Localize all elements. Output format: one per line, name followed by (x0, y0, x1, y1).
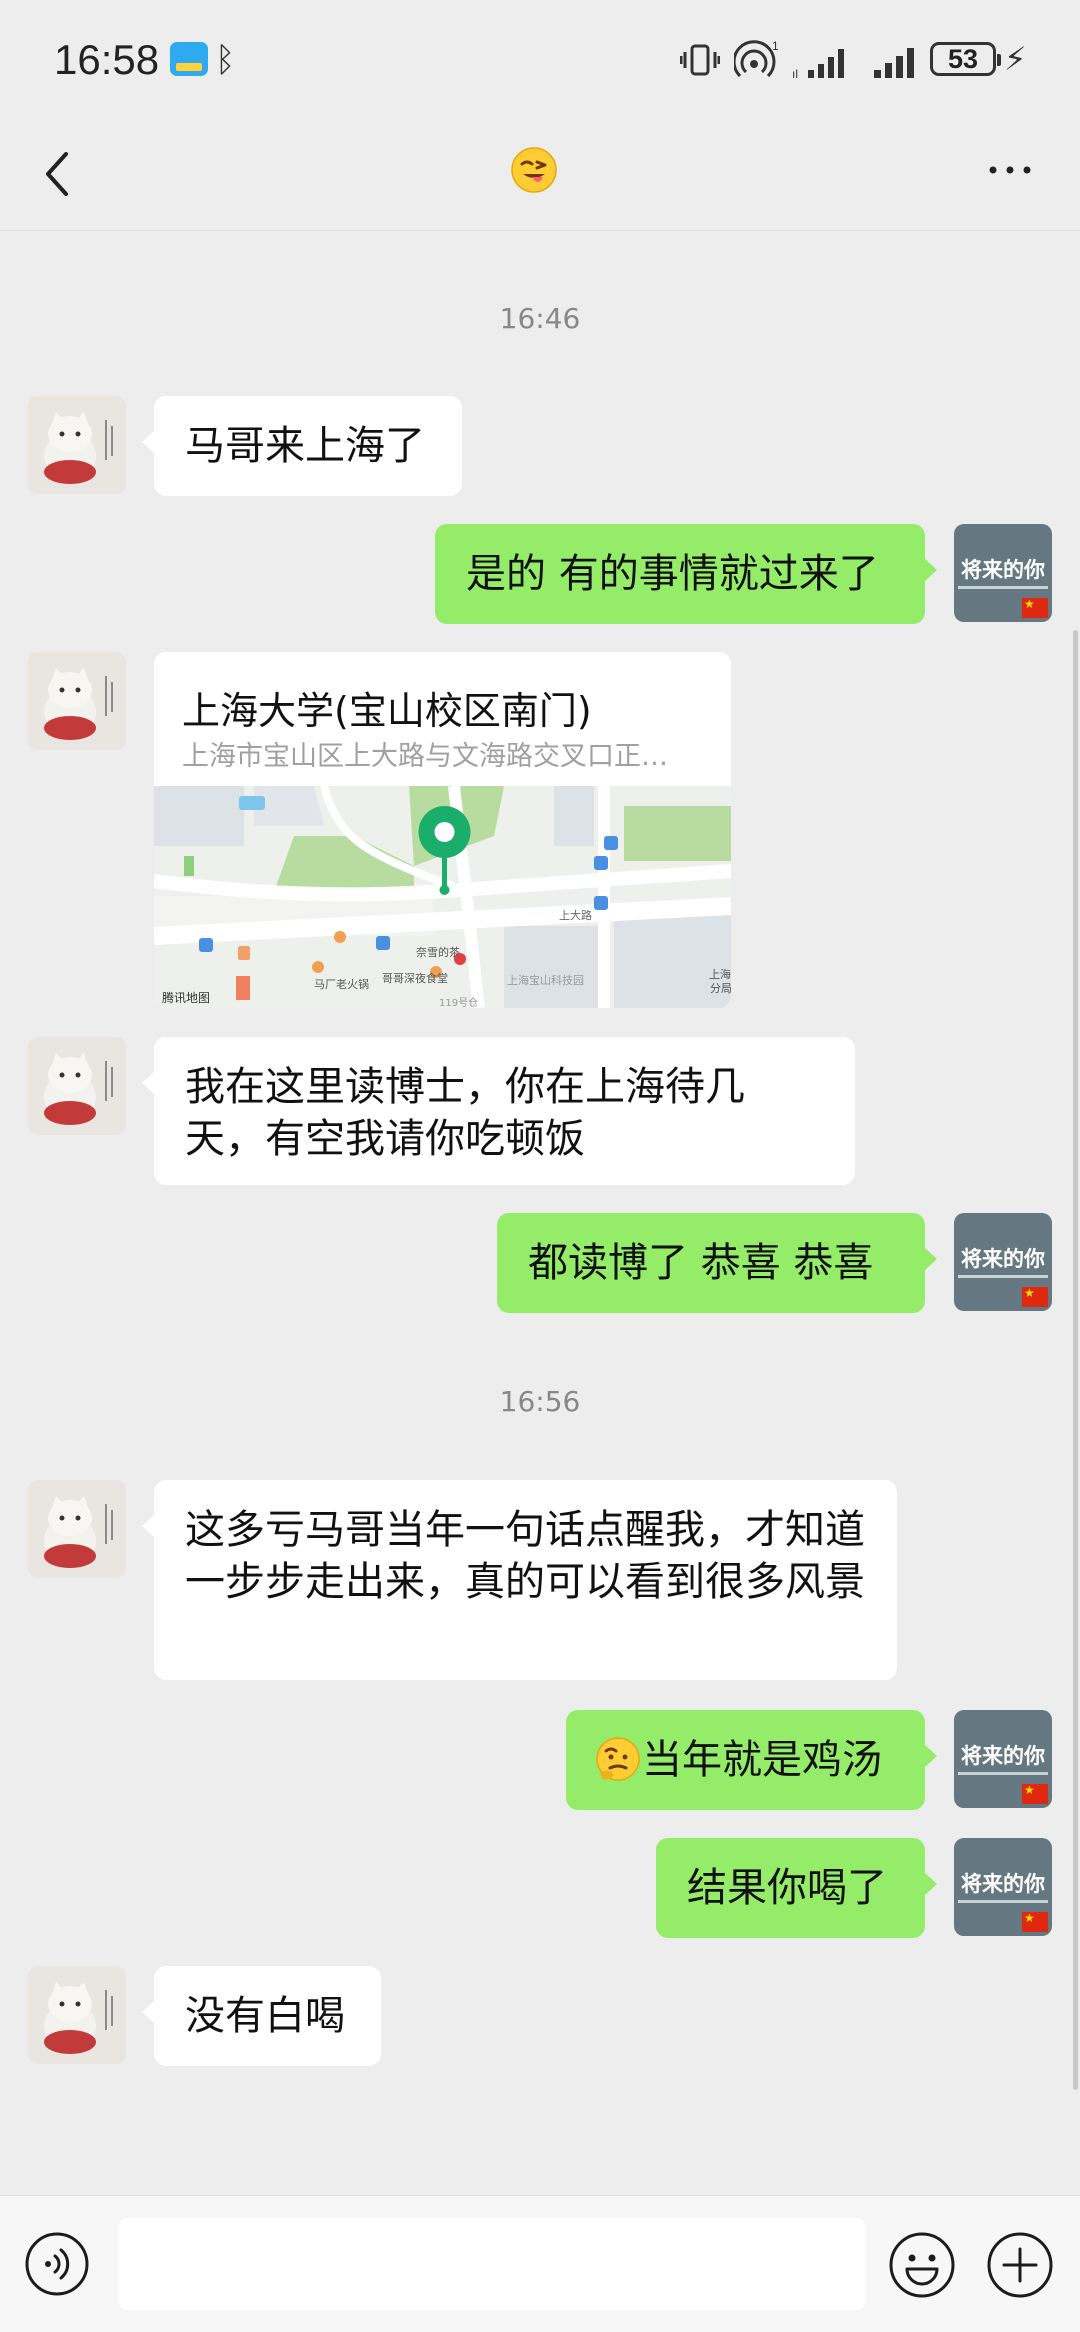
location-card[interactable]: 上海大学(宝山校区南门) 上海市宝山区上大路与文海路交叉口正… 上大路 腾讯地图… (154, 652, 731, 1008)
status-bar: 16:58 ᛒ 1 ıl 53 ⚡ (0, 0, 1080, 122)
message-input[interactable] (118, 2218, 866, 2310)
location-map[interactable]: 上大路 腾讯地图 马厂老火锅 哥哥深夜食堂 奈雪的茶 上海宝山科技园 上海 分局… (154, 786, 731, 1008)
location-title: 上海大学(宝山校区南门) (182, 689, 592, 733)
friend-avatar[interactable] (28, 652, 126, 750)
map-poi-label: 哥哥深夜食堂 (382, 971, 448, 985)
chat-scrollbar[interactable] (1073, 630, 1078, 2090)
outgoing-message-bubble[interactable]: 结果你喝了 (656, 1838, 937, 1938)
map-brand-label: 腾讯地图 (162, 990, 210, 1005)
bluetooth-icon: ᛒ (215, 40, 236, 80)
message-timestamp: 16:56 (499, 1385, 581, 1418)
my-avatar[interactable]: 将来的你 (954, 524, 1052, 622)
signal-icon (874, 48, 914, 78)
avatar-subline (958, 1275, 1048, 1278)
map-poi-label: 分局 (710, 982, 731, 995)
hotspot-icon: 1 (734, 40, 779, 78)
chat-header (0, 122, 1080, 231)
my-avatar-text: 将来的你 (961, 1744, 1045, 1768)
map-poi-label: 马厂老火锅 (314, 978, 369, 991)
incoming-message-bubble[interactable]: 我在这里读博士，你在上海待几天，有空我请你吃顿饭 (142, 1037, 855, 1185)
battery-icon: 53 (930, 42, 1001, 76)
emoji-icon[interactable] (888, 2231, 956, 2299)
plus-icon[interactable] (986, 2231, 1054, 2299)
message-text: 当年就是鸡汤 (642, 1737, 882, 1783)
map-road-label: 上大路 (559, 908, 592, 922)
my-avatar[interactable]: 将来的你 (954, 1838, 1052, 1936)
outgoing-message-bubble[interactable]: 是的 有的事情就过来了 (435, 524, 937, 624)
cat-avatar-icon (28, 1480, 126, 1578)
signal-icon: ıl (792, 49, 844, 80)
china-flag-icon (1022, 1911, 1048, 1932)
thinking-emoji-icon (596, 1737, 640, 1781)
svg-text:1: 1 (772, 40, 779, 53)
map-poi-label: 上海 (709, 967, 731, 981)
cat-avatar-icon (28, 652, 126, 750)
app-badge-icon (170, 42, 208, 76)
cat-avatar-icon (28, 1966, 126, 2064)
location-address: 上海市宝山区上大路与文海路交叉口正… (182, 741, 668, 772)
avatar-subline (958, 1772, 1048, 1775)
cat-avatar-icon (28, 1037, 126, 1135)
my-avatar[interactable]: 将来的你 (954, 1213, 1052, 1311)
map-poi-label: 上海宝山科技园 (507, 973, 584, 987)
my-avatar-text: 将来的你 (961, 558, 1045, 582)
voice-icon[interactable] (24, 2231, 90, 2297)
map-poi-label: 奈雪的茶 (416, 945, 460, 959)
incoming-message-bubble[interactable]: 马哥来上海了 (142, 396, 462, 496)
cat-avatar-icon (28, 396, 126, 494)
avatar-subline (958, 586, 1048, 589)
chevron-left-icon[interactable] (36, 144, 76, 204)
squinting-tongue-emoji-icon (511, 147, 557, 193)
charging-icon: ⚡ (1004, 40, 1027, 78)
avatar-subline (958, 1900, 1048, 1903)
incoming-message-bubble[interactable]: 没有白喝 (142, 1966, 381, 2066)
input-bar (0, 2195, 1080, 2332)
my-avatar-text: 将来的你 (961, 1872, 1045, 1896)
friend-avatar[interactable] (28, 396, 126, 494)
china-flag-icon (1022, 1783, 1048, 1804)
friend-avatar[interactable] (28, 1480, 126, 1578)
my-avatar[interactable]: 将来的你 (954, 1710, 1052, 1808)
my-avatar-text: 将来的你 (961, 1247, 1045, 1271)
map-poi-label: 119号仓 (439, 996, 478, 1008)
friend-avatar[interactable] (28, 1037, 126, 1135)
china-flag-icon (1022, 597, 1048, 618)
status-time: 16:58 (54, 36, 160, 83)
more-dots-icon[interactable] (985, 150, 1035, 190)
incoming-message-bubble[interactable]: 这多亏马哥当年一句话点醒我，才知道一步步走出来，真的可以看到很多风景 (142, 1480, 897, 1680)
svg-text:ıl: ıl (792, 67, 798, 80)
outgoing-message-bubble[interactable]: 都读博了 恭喜 恭喜 (497, 1213, 937, 1313)
message-timestamp: 16:46 (499, 302, 581, 335)
vibrate-icon (680, 44, 720, 76)
china-flag-icon (1022, 1286, 1048, 1307)
friend-avatar[interactable] (28, 1966, 126, 2064)
outgoing-message-bubble[interactable]: 当年就是鸡汤 (566, 1710, 937, 1810)
